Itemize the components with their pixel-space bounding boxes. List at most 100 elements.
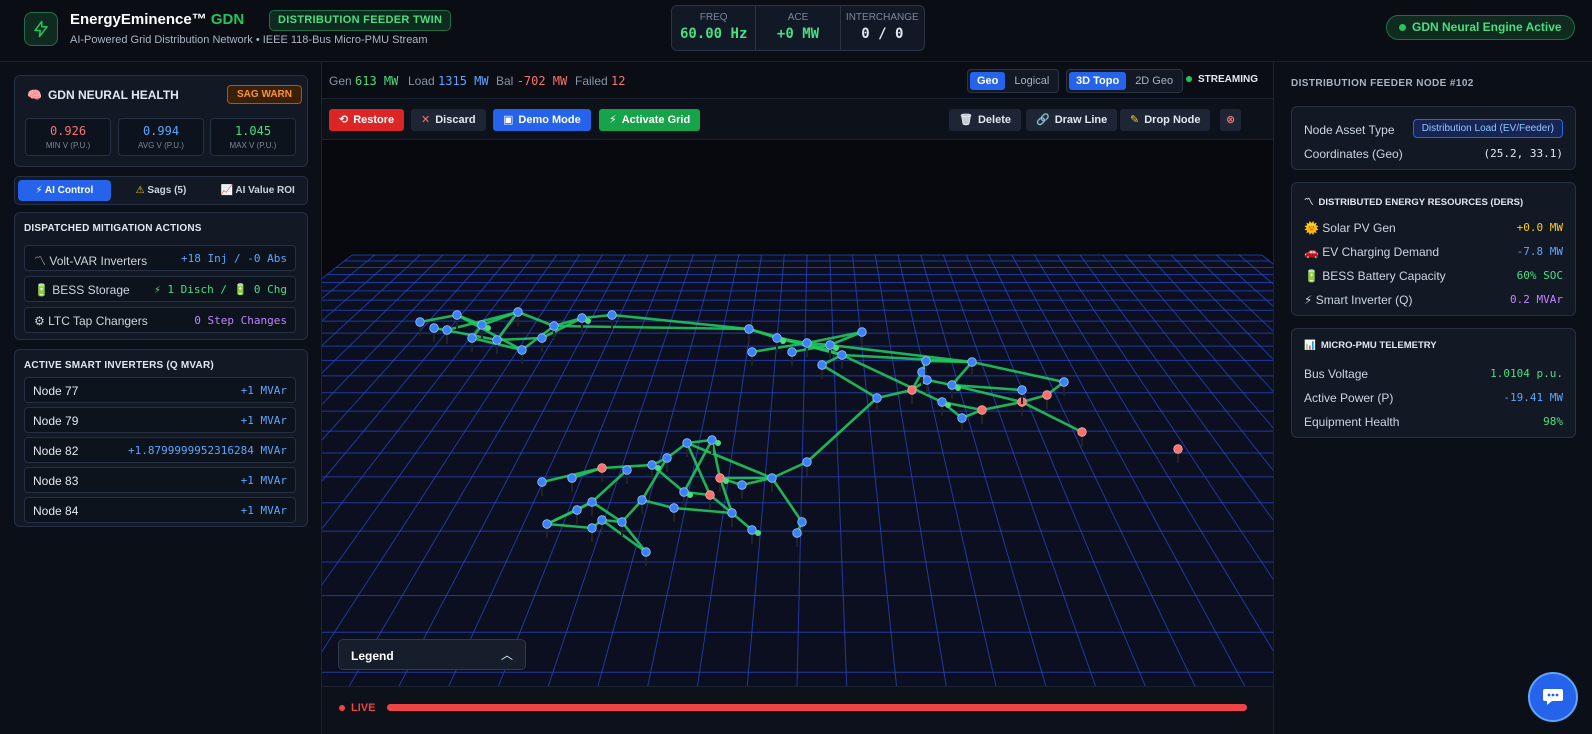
sag-warn-badge[interactable]: SAG WARN bbox=[227, 85, 302, 104]
3d-grid-viewport[interactable]: Legend ︿ bbox=[322, 140, 1273, 686]
demo-mode-button[interactable]: ▣ Demo Mode bbox=[493, 109, 591, 131]
bus-node[interactable] bbox=[787, 347, 797, 357]
bus-node[interactable] bbox=[1017, 385, 1027, 395]
mitigation-title: DISPATCHED MITIGATION ACTIONS bbox=[24, 223, 202, 234]
inverter-row[interactable]: Node 79 +1 MVAr bbox=[24, 407, 296, 433]
bus-node[interactable] bbox=[492, 335, 502, 345]
bus-node[interactable] bbox=[767, 473, 777, 483]
bus-node[interactable] bbox=[957, 413, 967, 423]
wave-icon: 〽 bbox=[1304, 197, 1314, 208]
view-logical-button[interactable]: Logical bbox=[1007, 72, 1056, 90]
bus-node[interactable] bbox=[857, 327, 867, 337]
bus-node[interactable] bbox=[921, 356, 931, 366]
bus-node[interactable] bbox=[747, 347, 757, 357]
inverter-row[interactable]: Node 82 +1.8799999952316284 MVAr bbox=[24, 437, 296, 463]
bus-node[interactable] bbox=[744, 324, 754, 334]
bus-node[interactable] bbox=[977, 405, 987, 415]
health-title: 🧠 GDN NEURAL HEALTH bbox=[27, 88, 179, 102]
bus-node[interactable] bbox=[802, 338, 812, 348]
bus-node[interactable] bbox=[622, 465, 632, 475]
bus-node[interactable] bbox=[669, 503, 679, 513]
chevron-up-icon: ︿ bbox=[500, 648, 513, 662]
bus-node[interactable] bbox=[537, 333, 547, 343]
mitigation-row-value: 0 Step Changes bbox=[194, 314, 287, 327]
tab-ai-value-roi[interactable]: 📈 AI Value ROI bbox=[211, 180, 304, 201]
delete-button[interactable]: 🗑 Delete bbox=[949, 109, 1021, 131]
bus-node[interactable] bbox=[607, 310, 617, 320]
topo-3d-button[interactable]: 3D Topo bbox=[1069, 72, 1127, 90]
bus-node[interactable] bbox=[967, 357, 977, 367]
max-voltage-box: 1.045 MAX V (P.U.) bbox=[210, 118, 296, 156]
bus-node[interactable] bbox=[797, 517, 807, 527]
bus-node[interactable] bbox=[452, 310, 462, 320]
bus-node[interactable] bbox=[817, 360, 827, 370]
bus-node[interactable] bbox=[705, 490, 715, 500]
bus-node[interactable] bbox=[415, 317, 425, 327]
bus-node[interactable] bbox=[597, 463, 607, 473]
bus-node[interactable] bbox=[637, 495, 647, 505]
bus-node[interactable] bbox=[567, 473, 577, 483]
discard-button[interactable]: ✕ Discard bbox=[411, 109, 486, 131]
bus-node[interactable] bbox=[737, 480, 747, 490]
bus-node[interactable] bbox=[537, 477, 547, 487]
lightning-icon: ⚡ bbox=[35, 185, 43, 196]
drop-node-button[interactable]: ✎ Drop Node bbox=[1120, 109, 1211, 131]
bus-node[interactable] bbox=[572, 505, 582, 515]
bus-node[interactable] bbox=[1059, 377, 1069, 387]
bus-node[interactable] bbox=[662, 453, 672, 463]
delete-label: Delete bbox=[977, 114, 1011, 126]
legend-toggle[interactable]: Legend ︿ bbox=[338, 639, 526, 670]
playback-progress-bar[interactable] bbox=[387, 704, 1247, 711]
bus-node[interactable] bbox=[587, 497, 597, 507]
restore-button[interactable]: ⟲ Restore bbox=[329, 109, 405, 131]
network-scene[interactable] bbox=[322, 140, 1273, 686]
inverter-row[interactable]: Node 84 +1 MVAr bbox=[24, 497, 296, 523]
bus-node[interactable] bbox=[792, 528, 802, 538]
chat-button[interactable] bbox=[1528, 672, 1578, 722]
flow-marker bbox=[585, 318, 591, 324]
mitigation-row[interactable]: ⚙ LTC Tap Changers 0 Step Changes bbox=[24, 307, 296, 333]
bus-node[interactable] bbox=[922, 375, 932, 385]
feeder-line bbox=[924, 359, 974, 364]
bus-node[interactable] bbox=[682, 438, 692, 448]
left-tabs: ⚡ AI Control ⚠ Sags (5) 📈 AI Value ROI bbox=[14, 176, 308, 205]
asset-type-row: Node Asset Type Distribution Load (EV/Fe… bbox=[1304, 119, 1563, 139]
pmu-label: Equipment Health bbox=[1304, 415, 1400, 429]
bus-node[interactable] bbox=[597, 515, 607, 525]
topo-2d-button[interactable]: 2D Geo bbox=[1128, 72, 1180, 90]
bus-node[interactable] bbox=[802, 457, 812, 467]
bus-node[interactable] bbox=[727, 508, 737, 518]
bus-node[interactable] bbox=[442, 325, 452, 335]
bus-node[interactable] bbox=[587, 523, 597, 533]
bus-node[interactable] bbox=[641, 547, 651, 557]
bus-node[interactable] bbox=[837, 350, 847, 360]
inverter-row[interactable]: Node 77 +1 MVAr bbox=[24, 377, 296, 403]
drop-node-label: Drop Node bbox=[1144, 114, 1201, 126]
bus-node[interactable] bbox=[429, 323, 439, 333]
bus-node[interactable] bbox=[467, 333, 477, 343]
node-info-card: Node Asset Type Distribution Load (EV/Fe… bbox=[1291, 106, 1576, 170]
inverter-row[interactable]: Node 83 +1 MVAr bbox=[24, 467, 296, 493]
tab-sags[interactable]: ⚠ Sags (5) bbox=[115, 180, 208, 201]
bus-node[interactable] bbox=[617, 517, 627, 527]
mitigation-row[interactable]: 🔋 BESS Storage ⚡ 1 Disch / 🔋 0 Chg bbox=[24, 276, 296, 302]
bus-node[interactable] bbox=[513, 307, 523, 317]
bus-node[interactable] bbox=[1173, 444, 1183, 454]
stop-button[interactable]: ⊗ bbox=[1220, 109, 1242, 131]
bus-node[interactable] bbox=[872, 393, 882, 403]
activate-grid-button[interactable]: ⚡ Activate Grid bbox=[599, 109, 701, 131]
load-value: 1315 MW bbox=[438, 74, 489, 88]
tab-ai-control[interactable]: ⚡ AI Control bbox=[18, 180, 111, 201]
bus-node[interactable] bbox=[517, 345, 527, 355]
battery-icon: 🔋 bbox=[34, 283, 49, 297]
bus-node[interactable] bbox=[1042, 390, 1052, 400]
bus-node[interactable] bbox=[542, 519, 552, 529]
mitigation-row[interactable]: 〽 Volt-VAR Inverters +18 Inj / -0 Abs bbox=[24, 245, 296, 271]
draw-line-button[interactable]: 🔗 Draw Line bbox=[1026, 109, 1118, 131]
bus-node[interactable] bbox=[907, 385, 917, 395]
kpi-freq: FREQ 60.00 Hz bbox=[672, 6, 757, 50]
bus-node[interactable] bbox=[1077, 427, 1087, 437]
view-geo-button[interactable]: Geo bbox=[970, 72, 1006, 90]
bal-label: Bal bbox=[496, 74, 514, 88]
bus-node[interactable] bbox=[549, 321, 559, 331]
